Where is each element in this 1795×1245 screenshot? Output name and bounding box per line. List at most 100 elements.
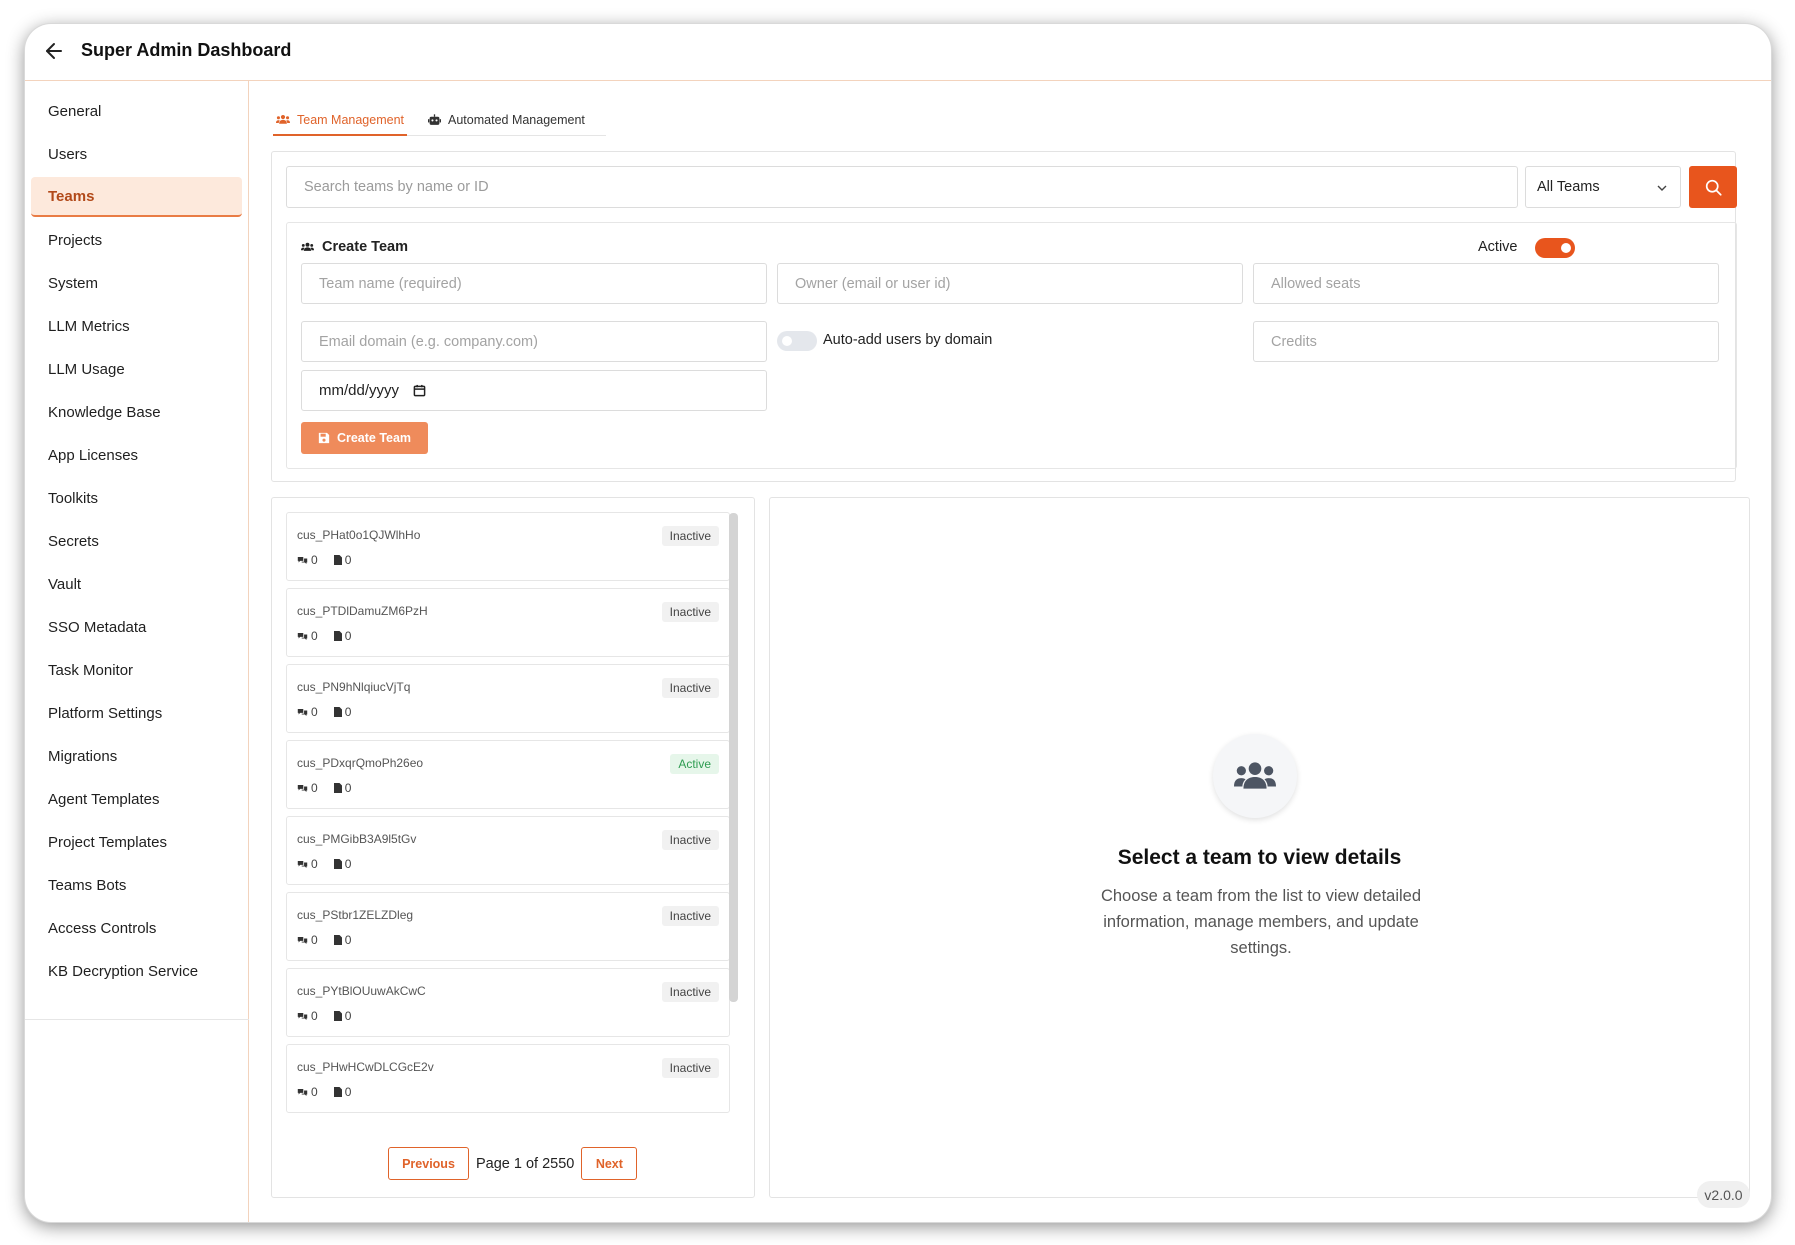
sidebar-item-project-templates[interactable]: Project Templates xyxy=(31,822,242,862)
comments-icon xyxy=(297,1012,308,1020)
back-arrow-icon[interactable] xyxy=(42,39,66,63)
create-team-title: Create Team xyxy=(322,239,408,255)
date-value: mm/dd/yyyy xyxy=(319,382,400,399)
tab-automated-management[interactable]: Automated Management xyxy=(425,104,588,135)
create-team-form: Create Team Active Auto-add users by dom… xyxy=(286,222,1737,469)
page-info: Page 1 of 2550 xyxy=(476,1155,575,1172)
file-icon xyxy=(333,783,342,793)
next-button[interactable]: Next xyxy=(581,1147,638,1180)
sidebar-item-general[interactable]: General xyxy=(31,91,242,131)
empty-state-title: Select a team to view details xyxy=(1117,846,1402,869)
users-icon xyxy=(276,114,290,124)
app-window: Super Admin Dashboard General Users Teams P… xyxy=(25,24,1771,1222)
team-stats: 00 xyxy=(297,857,351,871)
sidebar-item-app-licenses[interactable]: App Licenses xyxy=(31,435,242,475)
create-team-button-label: Create Team xyxy=(336,431,412,445)
documents-count: 0 xyxy=(344,857,352,871)
members-count: 0 xyxy=(311,933,318,947)
team-list-panel: cus_PHat0o1QJWlhHo Inactive 0 0 cus_PTDlDamu… xyxy=(271,497,755,1198)
team-filter-value: All Teams xyxy=(1537,179,1600,195)
status-badge: Inactive xyxy=(661,678,719,698)
members-count: 0 xyxy=(311,629,318,643)
sidebar-item-kb-decryption-service[interactable]: KB Decryption Service xyxy=(31,951,242,991)
comments-icon xyxy=(297,632,308,640)
search-button[interactable] xyxy=(1689,166,1737,208)
sidebar-item-projects[interactable]: Projects xyxy=(31,220,242,260)
team-detail-panel: Select a team to view details Choose a t… xyxy=(769,497,1750,1198)
file-icon xyxy=(333,935,342,945)
owner-field[interactable] xyxy=(777,263,1243,304)
team-list-item[interactable]: cus_PYtBlOUuwAkCwC Inactive 0 0 xyxy=(286,968,730,1037)
team-filter-select[interactable]: All Teams xyxy=(1525,166,1681,208)
team-list-item[interactable]: cus_PTDlDamuZM6PzH Inactive 0 0 xyxy=(286,588,730,657)
scrollbar[interactable] xyxy=(729,513,738,1002)
comments-icon xyxy=(297,860,308,868)
calendar-icon[interactable] xyxy=(413,384,426,397)
documents-count: 0 xyxy=(344,705,352,719)
sidebar-item-knowledge-base[interactable]: Knowledge Base xyxy=(31,392,242,432)
tab-bar: Team Management Automated Management xyxy=(273,104,606,136)
sidebar-item-vault[interactable]: Vault xyxy=(31,564,242,604)
team-id: cus_PHwHCwDLCGcE2v xyxy=(297,1060,434,1074)
expiry-date-field[interactable]: mm/dd/yyyy xyxy=(301,370,767,411)
team-id: cus_PStbr1ZELZDleg xyxy=(297,908,414,922)
team-list-item[interactable]: cus_PHwHCwDLCGcE2v Inactive 0 0 xyxy=(286,1044,730,1113)
team-list-item[interactable]: cus_PStbr1ZELZDleg Inactive 0 0 xyxy=(286,892,730,961)
status-badge: Inactive xyxy=(661,526,719,546)
empty-state-description: Choose a team from the list to view deta… xyxy=(1100,887,1422,957)
team-list-item[interactable]: cus_PN9hNlqiucVjTq Inactive 0 0 xyxy=(286,664,730,733)
team-id: cus_PN9hNlqiucVjTq xyxy=(297,680,411,694)
team-list-item[interactable]: cus_PHat0o1QJWlhHo Inactive 0 0 xyxy=(286,512,730,581)
auto-add-toggle[interactable] xyxy=(777,331,817,351)
previous-button[interactable]: Previous xyxy=(388,1147,469,1180)
create-team-button[interactable]: Create Team xyxy=(301,422,428,454)
documents-count: 0 xyxy=(344,781,352,795)
header: Super Admin Dashboard xyxy=(25,24,1771,81)
allowed-seats-field[interactable] xyxy=(1253,263,1719,304)
empty-state-icon-wrap xyxy=(1213,734,1297,818)
team-stats: 00 xyxy=(297,705,351,719)
sidebar-item-agent-templates[interactable]: Agent Templates xyxy=(31,779,242,819)
status-badge: Active xyxy=(670,754,719,774)
sidebar-item-teams-bots[interactable]: Teams Bots xyxy=(31,865,242,905)
members-count: 0 xyxy=(311,705,318,719)
sidebar-item-system[interactable]: System xyxy=(31,263,242,303)
sidebar-item-migrations[interactable]: Migrations xyxy=(31,736,242,776)
file-icon xyxy=(333,1087,342,1097)
sidebar-item-task-monitor[interactable]: Task Monitor xyxy=(31,650,242,690)
team-stats: 00 xyxy=(297,781,351,795)
status-badge: Inactive xyxy=(661,1058,719,1078)
sidebar-item-llm-metrics[interactable]: LLM Metrics xyxy=(31,306,242,346)
team-stats: 00 xyxy=(297,933,351,947)
sidebar-item-users[interactable]: Users xyxy=(31,134,242,174)
team-list: cus_PHat0o1QJWlhHo Inactive 0 0 cus_PTDlDamu… xyxy=(286,512,730,1130)
team-id: cus_PMGibB3A9l5tGv xyxy=(297,832,417,846)
email-domain-field[interactable] xyxy=(301,321,767,362)
credits-field[interactable] xyxy=(1253,321,1719,362)
search-input[interactable] xyxy=(286,166,1518,208)
create-team-heading: Create Team xyxy=(301,239,408,255)
sidebar-item-access-controls[interactable]: Access Controls xyxy=(31,908,242,948)
documents-count: 0 xyxy=(344,629,352,643)
team-stats: 00 xyxy=(297,1085,351,1099)
sidebar-item-secrets[interactable]: Secrets xyxy=(31,521,242,561)
save-icon xyxy=(318,432,330,444)
pagination: Previous Page 1 of 2550 Next xyxy=(388,1147,638,1180)
file-icon xyxy=(333,707,342,717)
sidebar-item-llm-usage[interactable]: LLM Usage xyxy=(31,349,242,389)
tab-team-management[interactable]: Team Management xyxy=(273,104,408,136)
team-list-item[interactable]: cus_PMGibB3A9l5tGv Inactive 0 0 xyxy=(286,816,730,885)
team-name-field[interactable] xyxy=(301,263,767,304)
team-list-item[interactable]: cus_PDxqrQmoPh26eo Active 0 0 xyxy=(286,740,730,809)
active-toggle[interactable] xyxy=(1535,238,1575,258)
sidebar-item-toolkits[interactable]: Toolkits xyxy=(31,478,242,518)
sidebar-item-platform-settings[interactable]: Platform Settings xyxy=(31,693,242,733)
sidebar-item-sso-metadata[interactable]: SSO Metadata xyxy=(31,607,242,647)
sidebar-item-teams[interactable]: Teams xyxy=(31,177,242,217)
comments-icon xyxy=(297,1088,308,1096)
status-badge: Inactive xyxy=(661,602,719,622)
sidebar-divider xyxy=(25,1019,249,1020)
robot-icon xyxy=(428,113,442,125)
comments-icon xyxy=(297,708,308,716)
documents-count: 0 xyxy=(344,1009,352,1023)
